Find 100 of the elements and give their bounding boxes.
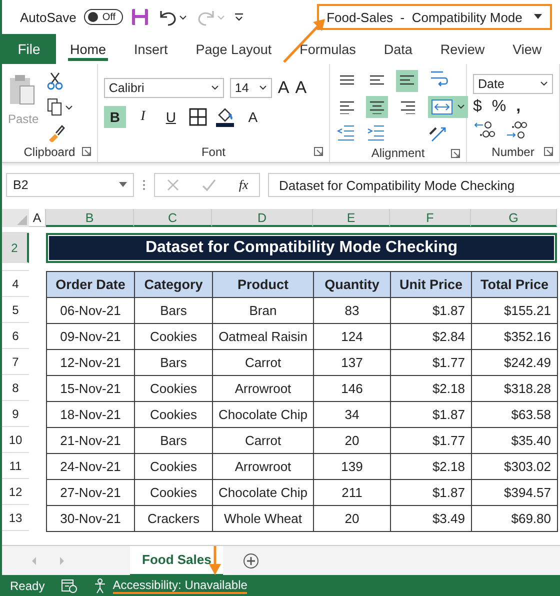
column-header[interactable]: G bbox=[471, 209, 557, 227]
fill-bucket-icon[interactable] bbox=[214, 106, 236, 128]
column-header[interactable]: A bbox=[29, 209, 46, 227]
caret-icon bbox=[457, 104, 465, 110]
table-cell: 12-Nov-21 bbox=[46, 350, 134, 376]
table-cell: Crackers bbox=[134, 506, 212, 532]
table-cell: $2.84 bbox=[390, 324, 472, 350]
column-header[interactable]: B bbox=[46, 209, 134, 227]
table-cell: $1.77 bbox=[390, 350, 472, 376]
table-cell: $242.49 bbox=[472, 350, 558, 376]
corner-triangle-icon bbox=[17, 215, 27, 225]
customize-icon[interactable] bbox=[232, 11, 245, 23]
table-cell: $35.40 bbox=[472, 428, 558, 454]
table-cell: Cookies bbox=[134, 324, 212, 350]
group-label: Number bbox=[492, 145, 534, 159]
scissors-icon[interactable] bbox=[46, 72, 63, 90]
table-cell: Arrowroot bbox=[212, 454, 314, 480]
launcher-icon[interactable] bbox=[314, 147, 323, 156]
ribbon-tab[interactable]: Review bbox=[426, 34, 499, 64]
caret-icon bbox=[210, 85, 219, 91]
table-cell: 20 bbox=[314, 428, 390, 454]
drag-handle-icon[interactable] bbox=[142, 178, 146, 192]
ribbon-tab[interactable]: Home bbox=[56, 34, 120, 64]
table-cell: $69.80 bbox=[472, 506, 558, 532]
table-cell: Cookies bbox=[134, 454, 212, 480]
check-icon[interactable] bbox=[201, 178, 218, 192]
borders-icon[interactable] bbox=[188, 107, 208, 127]
autosave-label: AutoSave bbox=[20, 10, 76, 24]
increase-decimal-icon[interactable] bbox=[473, 120, 495, 140]
bold-button[interactable]: B bbox=[104, 106, 126, 128]
header-cell: Quantity bbox=[314, 272, 390, 298]
ribbon-tab[interactable]: Formulas bbox=[286, 34, 370, 64]
table-cell: $394.57 bbox=[472, 480, 558, 506]
table-cell: $63.58 bbox=[472, 402, 558, 428]
column-header[interactable]: C bbox=[134, 209, 212, 227]
align-button[interactable] bbox=[396, 70, 418, 92]
insert-function-button[interactable]: fx bbox=[238, 177, 248, 193]
table-cell: Bars bbox=[134, 350, 212, 376]
table-cell: $303.02 bbox=[472, 454, 558, 480]
table-cell: 27-Nov-21 bbox=[46, 480, 134, 506]
font-color-button[interactable]: A bbox=[242, 106, 264, 128]
number-format-dropdown[interactable]: Date bbox=[473, 74, 553, 94]
table-cell: 18-Nov-21 bbox=[46, 402, 134, 428]
status-text: Ready bbox=[10, 578, 45, 592]
launcher-icon[interactable] bbox=[451, 149, 460, 158]
sheet-tab[interactable]: Food Sales bbox=[130, 546, 224, 576]
header-cell: Product bbox=[212, 272, 314, 298]
grow-font-button[interactable]: A bbox=[278, 78, 290, 98]
comma-button[interactable]: , bbox=[516, 98, 521, 116]
decrease-decimal-icon[interactable] bbox=[505, 120, 527, 140]
shrink-font-button[interactable]: A bbox=[295, 78, 307, 98]
caret-icon bbox=[258, 85, 267, 91]
table-cell: 09-Nov-21 bbox=[46, 324, 134, 350]
launcher-icon[interactable] bbox=[544, 147, 553, 156]
percent-button[interactable]: % bbox=[492, 98, 506, 116]
header-cell: Order Date bbox=[46, 272, 134, 298]
table-cell: Chocolate Chip bbox=[212, 402, 314, 428]
table-cell: Oatmeal Raisin bbox=[212, 324, 314, 350]
autosave-toggle[interactable]: Off bbox=[84, 9, 123, 25]
ribbon-tab[interactable]: Data bbox=[370, 34, 426, 64]
row-header[interactable]: 2 bbox=[2, 233, 29, 263]
name-box[interactable]: B2 bbox=[6, 173, 134, 197]
ribbon-tab[interactable]: Page Layout bbox=[182, 34, 286, 64]
add-sheet-icon[interactable] bbox=[243, 552, 260, 568]
currency-button[interactable]: $ bbox=[473, 98, 482, 116]
launcher-icon[interactable] bbox=[82, 147, 91, 156]
caret-icon bbox=[534, 14, 542, 20]
merge-button[interactable] bbox=[428, 96, 468, 118]
column-header[interactable]: F bbox=[390, 209, 471, 227]
table-cell: $3.49 bbox=[390, 506, 472, 532]
file-tab[interactable]: File bbox=[2, 34, 56, 64]
accessibility-status[interactable]: Accessibility: Unavailable bbox=[112, 578, 248, 594]
font-size-dropdown[interactable]: 14 bbox=[230, 78, 272, 98]
table-cell: Cookies bbox=[134, 402, 212, 428]
copy-icon[interactable] bbox=[46, 98, 73, 116]
underline-button[interactable]: U bbox=[160, 106, 182, 128]
table-cell: $1.87 bbox=[390, 480, 472, 506]
group-label: Alignment bbox=[371, 146, 425, 160]
macro-recorder-icon[interactable] bbox=[60, 578, 77, 592]
italic-button[interactable]: I bbox=[132, 106, 154, 128]
group-label: Font bbox=[201, 145, 226, 159]
document-title[interactable]: Food-Sales - Compatibility Mode bbox=[316, 4, 552, 30]
align-button[interactable] bbox=[366, 96, 388, 118]
paintbrush-icon[interactable] bbox=[46, 124, 65, 142]
table-cell: Carrot bbox=[212, 428, 314, 454]
table-cell: 34 bbox=[314, 402, 390, 428]
column-header[interactable]: E bbox=[313, 209, 390, 227]
table-cell: $352.16 bbox=[472, 324, 558, 350]
table-cell: $2.18 bbox=[390, 376, 472, 402]
table-cell: 211 bbox=[314, 480, 390, 506]
align-lines-icon bbox=[399, 100, 415, 114]
table-cell: 20 bbox=[314, 506, 390, 532]
table-cell: Arrowroot bbox=[212, 376, 314, 402]
table-cell: 139 bbox=[314, 454, 390, 480]
font-name-dropdown[interactable]: Calibri bbox=[104, 78, 224, 98]
column-header[interactable]: D bbox=[212, 209, 313, 227]
ribbon-tab[interactable]: View bbox=[498, 34, 556, 64]
table-cell: $1.87 bbox=[390, 298, 472, 324]
ribbon-tab[interactable]: Insert bbox=[120, 34, 182, 64]
formula-field[interactable]: Dataset for Compatibility Mode Checking bbox=[268, 173, 560, 197]
